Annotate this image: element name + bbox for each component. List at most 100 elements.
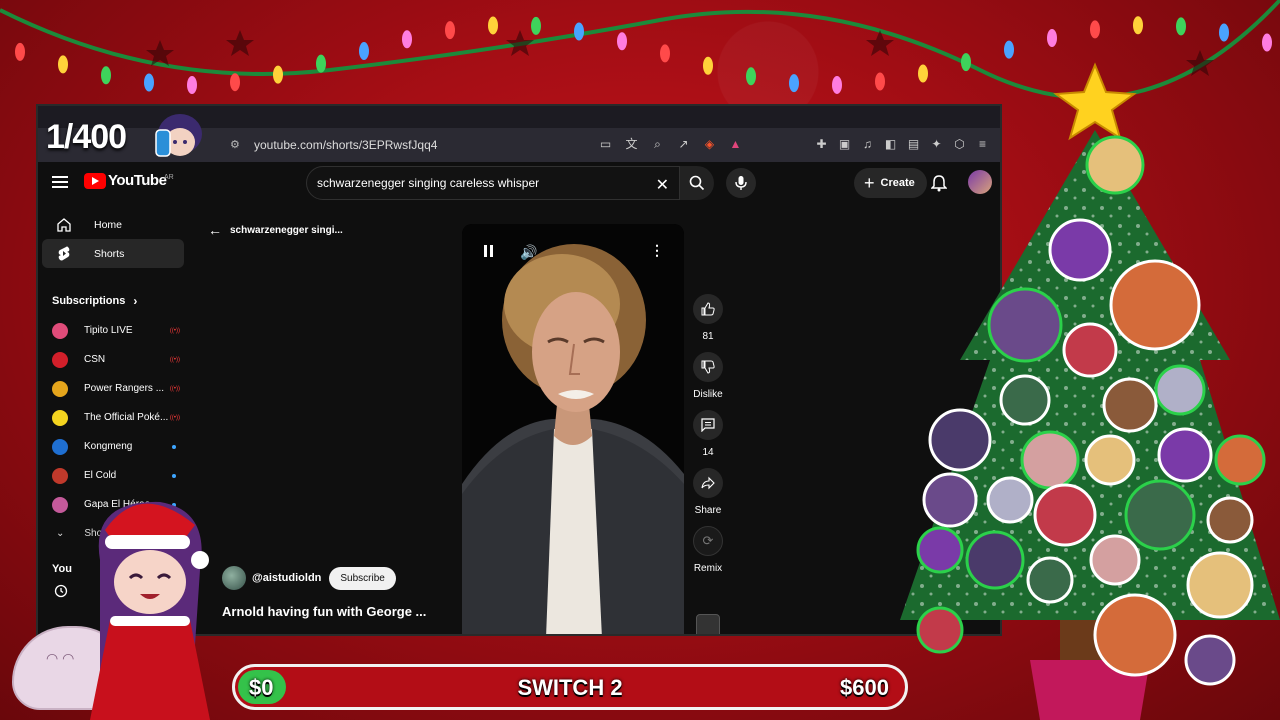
channel-avatar (52, 351, 68, 368)
site-info-icon[interactable]: ⚙ (230, 138, 244, 152)
share-button[interactable] (693, 468, 723, 498)
comment-count: 14 (702, 447, 714, 458)
channel-name[interactable]: @aistudioldn (252, 572, 321, 584)
light-bulb (746, 67, 756, 86)
channel-avatar (52, 438, 68, 455)
viewer-avatar (1093, 593, 1177, 677)
light-bulb (1047, 28, 1057, 47)
viewer-avatar (916, 606, 964, 654)
viewer-avatar (1085, 135, 1145, 195)
viewer-avatar (965, 530, 1025, 590)
zoom-icon[interactable]: ⌕ (650, 137, 665, 152)
rewards-icon[interactable]: ▲ (728, 137, 743, 152)
subscription-name: CSN (84, 354, 106, 365)
viewer-avatar (1109, 259, 1201, 351)
viewer-avatar (1214, 434, 1266, 486)
shorts-back-link[interactable]: ← schwarzenegger singi... (208, 222, 343, 238)
plus-icon: + (864, 172, 875, 193)
light-bulb (101, 66, 111, 85)
reader-icon[interactable]: ▣ (837, 137, 852, 152)
more-options-icon[interactable]: ⋮ (650, 242, 664, 259)
dislike-label: Dislike (693, 389, 723, 400)
shorts-actions: 81 Dislike 14 Share ⟳ Remix (690, 294, 726, 584)
christmas-tree-overlay (900, 62, 1280, 720)
subscribe-button[interactable]: Subscribe (329, 566, 396, 590)
share-action: Share (690, 468, 726, 516)
dislike-button[interactable] (693, 352, 723, 382)
share-label: Share (694, 505, 722, 516)
light-bulb (1176, 17, 1186, 36)
music-icon[interactable]: ♫ (860, 137, 875, 152)
viewer-avatar (1020, 430, 1080, 490)
comment-icon (701, 418, 715, 432)
url-actions: ▭ 文 ⌕ ↗ ◈ ▲ (598, 137, 743, 152)
light-bulb (789, 74, 799, 93)
sidebar-item-home[interactable]: Home (42, 210, 184, 239)
channel-avatar[interactable] (222, 566, 246, 590)
sidebar-icon[interactable]: ◧ (883, 137, 898, 152)
back-arrow-icon: ← (208, 222, 222, 238)
youtube-logo[interactable]: YouTube AR (84, 172, 174, 189)
dislike-action: Dislike (690, 352, 726, 400)
search-button[interactable] (680, 166, 714, 200)
volume-icon[interactable]: 🔊 (520, 244, 537, 261)
country-code: AR (164, 174, 174, 181)
light-bulb (187, 75, 197, 94)
light-bulb (316, 54, 326, 73)
like-button[interactable] (693, 294, 723, 324)
extensions-icon[interactable]: ✚ (814, 137, 829, 152)
like-count: 81 (702, 331, 714, 342)
comments-button[interactable] (693, 410, 723, 440)
shorts-video-player[interactable]: 🔊 ⋮ (462, 224, 684, 634)
microphone-icon (735, 176, 747, 190)
light-bulb (660, 44, 670, 63)
subscription-name: Power Rangers ... (84, 383, 165, 394)
short-title[interactable]: Arnold having fun with George ... (222, 604, 426, 619)
light-bulb (1133, 16, 1143, 35)
voice-search-button[interactable] (726, 168, 756, 198)
viewer-avatar (987, 287, 1063, 363)
viewer-avatar (986, 476, 1034, 524)
search-input[interactable]: schwarzenegger singing careless whisper … (306, 166, 680, 200)
brave-shield-icon[interactable]: ◈ (702, 137, 717, 152)
sound-thumbnail[interactable] (696, 614, 720, 634)
youtube-header: YouTube AR schwarzenegger singing carele… (38, 162, 1000, 206)
subscription-item[interactable]: Power Rangers ... ((•)) (38, 374, 188, 403)
player-controls: 🔊 ⋮ (462, 242, 684, 262)
subscription-name: Tipito LIVE (84, 325, 133, 336)
translate-icon[interactable]: 文 (624, 137, 639, 152)
short-channel-row: @aistudioldn Subscribe (222, 566, 396, 590)
subscription-item[interactable]: El Cold (38, 461, 188, 490)
subscription-item[interactable]: CSN ((•)) (38, 345, 188, 374)
share-icon[interactable]: ↗ (676, 137, 691, 152)
clear-search-icon[interactable]: ✕ (656, 175, 669, 195)
thumbs-up-icon (701, 302, 715, 316)
channel-avatar (52, 467, 68, 484)
viewer-avatar (999, 374, 1051, 426)
subscription-item[interactable]: Kongmeng (38, 432, 188, 461)
remix-label: Remix (693, 563, 723, 574)
light-bulb (1219, 23, 1229, 42)
light-bulb (875, 72, 885, 91)
subscriptions-heading[interactable]: Subscriptions › (38, 286, 188, 316)
viewer-avatar (1154, 364, 1206, 416)
back-title: schwarzenegger singi... (230, 224, 343, 236)
viewer-avatar (1184, 634, 1236, 686)
hamburger-menu-icon[interactable] (52, 176, 68, 188)
subscription-item[interactable]: The Official Poké... ((•)) (38, 403, 188, 432)
sidebar-item-shorts[interactable]: Shorts (42, 239, 184, 268)
url-field[interactable]: ⚙ youtube.com/shorts/3EPRwsfJqq4 (224, 132, 599, 158)
screenshot-icon[interactable]: ▭ (598, 137, 613, 152)
viewer-avatar (1048, 218, 1112, 282)
channel-avatar (52, 322, 68, 339)
live-indicator-icon: ((•)) (169, 328, 180, 334)
viewer-avatar (916, 526, 964, 574)
light-bulb (488, 16, 498, 35)
light-bulb (230, 73, 240, 92)
remix-button[interactable]: ⟳ (693, 526, 723, 556)
light-bulb (574, 22, 584, 41)
subscription-item[interactable]: Tipito LIVE ((•)) (38, 316, 188, 345)
pause-icon[interactable] (484, 244, 496, 262)
share-arrow-icon (701, 476, 715, 490)
viewer-avatar (1186, 551, 1254, 619)
